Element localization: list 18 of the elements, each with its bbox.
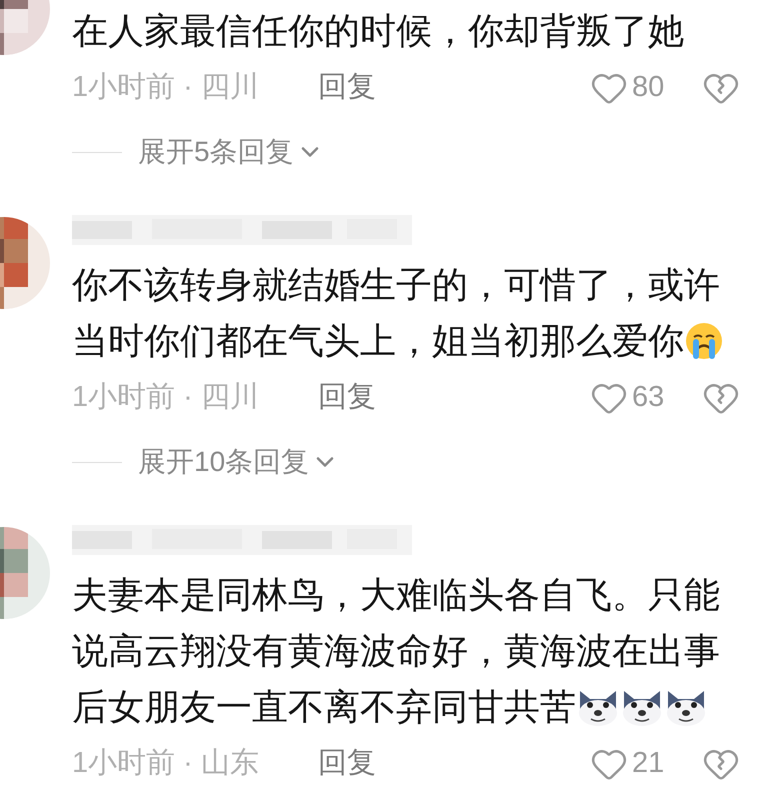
comment-line: 你不该转身就结婚生子的，可惜了，或许 [72,263,720,307]
expand-replies-button[interactable]: 展开10条回复 [138,441,340,483]
crying-face-icon [684,321,724,361]
like-count: 80 [632,70,666,106]
comment-line: 说高云翔没有黄海波命好，黄海波在出事 [72,629,720,673]
like-count: 21 [632,746,666,782]
comment-time-location: 1小时前 · 山东 [72,746,260,782]
comment-time-location: 1小时前 · 四川 [72,380,260,416]
reply-button[interactable]: 回复 [318,742,376,786]
reply-button[interactable]: 回复 [318,66,376,110]
comment-line: 在人家最信任你的时候，你却背叛了她 [72,9,684,53]
comment-line: 当时你们都在气头上，姐当初那么爱你 [72,319,684,363]
expand-replies-button[interactable]: 展开5条回复 [138,131,324,173]
like-count: 63 [632,380,666,416]
comment-time-location: 1小时前 · 四川 [72,70,260,106]
comment-line: 夫妻本是同林鸟，大难临头各自飞。只能 [72,573,720,617]
reply-button[interactable]: 回复 [318,376,376,420]
comment-line: 后女朋友一直不离不弃同甘共苦 [72,685,576,729]
